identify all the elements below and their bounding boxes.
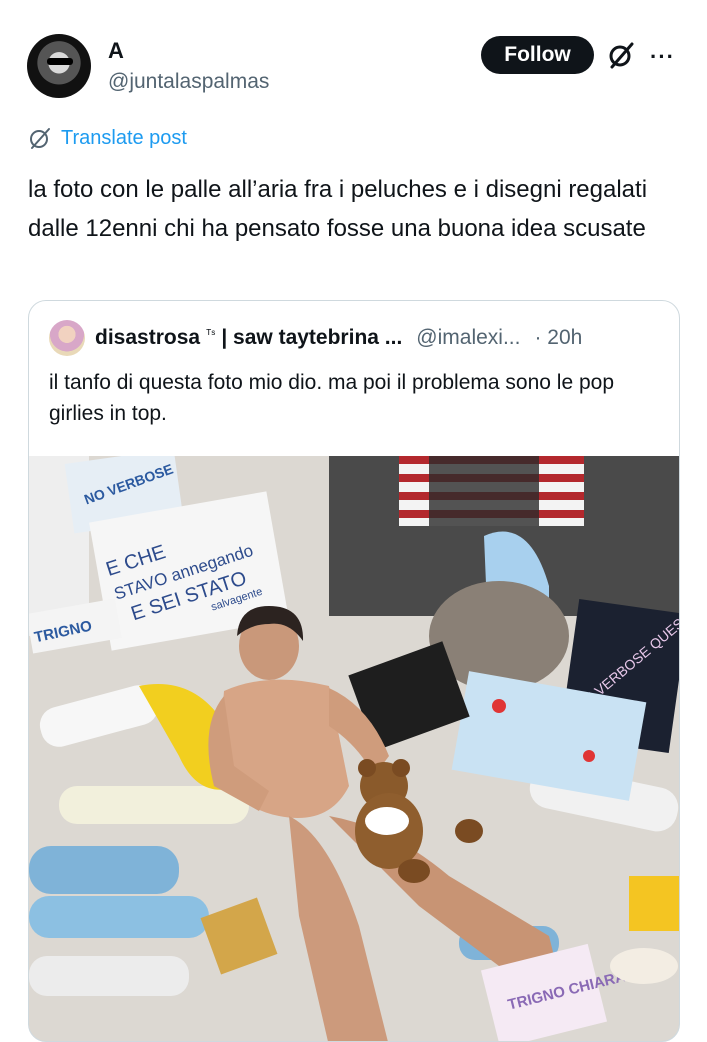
author-handle[interactable]: @juntalaspalmas xyxy=(108,70,269,94)
author-avatar[interactable] xyxy=(27,34,91,98)
translate-post-link[interactable]: Translate post xyxy=(61,127,187,150)
follow-button[interactable]: Follow xyxy=(481,36,594,74)
translate-post-row[interactable]: Translate post xyxy=(28,126,187,150)
quoted-author-flair: ᵀˢ xyxy=(206,327,216,341)
quoted-post-text: il tanfo di questa foto mio dio. ma poi … xyxy=(49,371,615,425)
post-text: la foto con le palle all’aria fra i pelu… xyxy=(28,176,648,242)
quoted-author-name-suffix[interactable]: | saw taytebrina ... xyxy=(221,326,402,350)
more-horizontal-icon[interactable]: ··· xyxy=(650,44,675,70)
author-display-name[interactable]: A xyxy=(108,38,124,64)
quoted-author-handle[interactable]: @imalexi... xyxy=(416,326,520,350)
translate-globe-icon xyxy=(30,128,50,149)
quoted-post-time[interactable]: · 20h xyxy=(534,326,582,350)
quoted-post-photo[interactable]: NO VERBOSE E CHE STAVO annegando E SEI S… xyxy=(29,456,679,1041)
quoted-author-name[interactable]: disastrosa xyxy=(95,326,200,350)
quoted-post-header: disastrosa ᵀˢ | saw taytebrina ... @imal… xyxy=(95,326,582,350)
sunglasses-shape xyxy=(47,58,73,65)
photo-illustration: NO VERBOSE E CHE STAVO annegando E SEI S… xyxy=(29,456,679,1041)
quoted-post-card[interactable]: disastrosa ᵀˢ | saw taytebrina ... @imal… xyxy=(28,300,680,1042)
grok-icon[interactable] xyxy=(606,40,636,70)
quoted-author-avatar[interactable] xyxy=(49,320,85,356)
